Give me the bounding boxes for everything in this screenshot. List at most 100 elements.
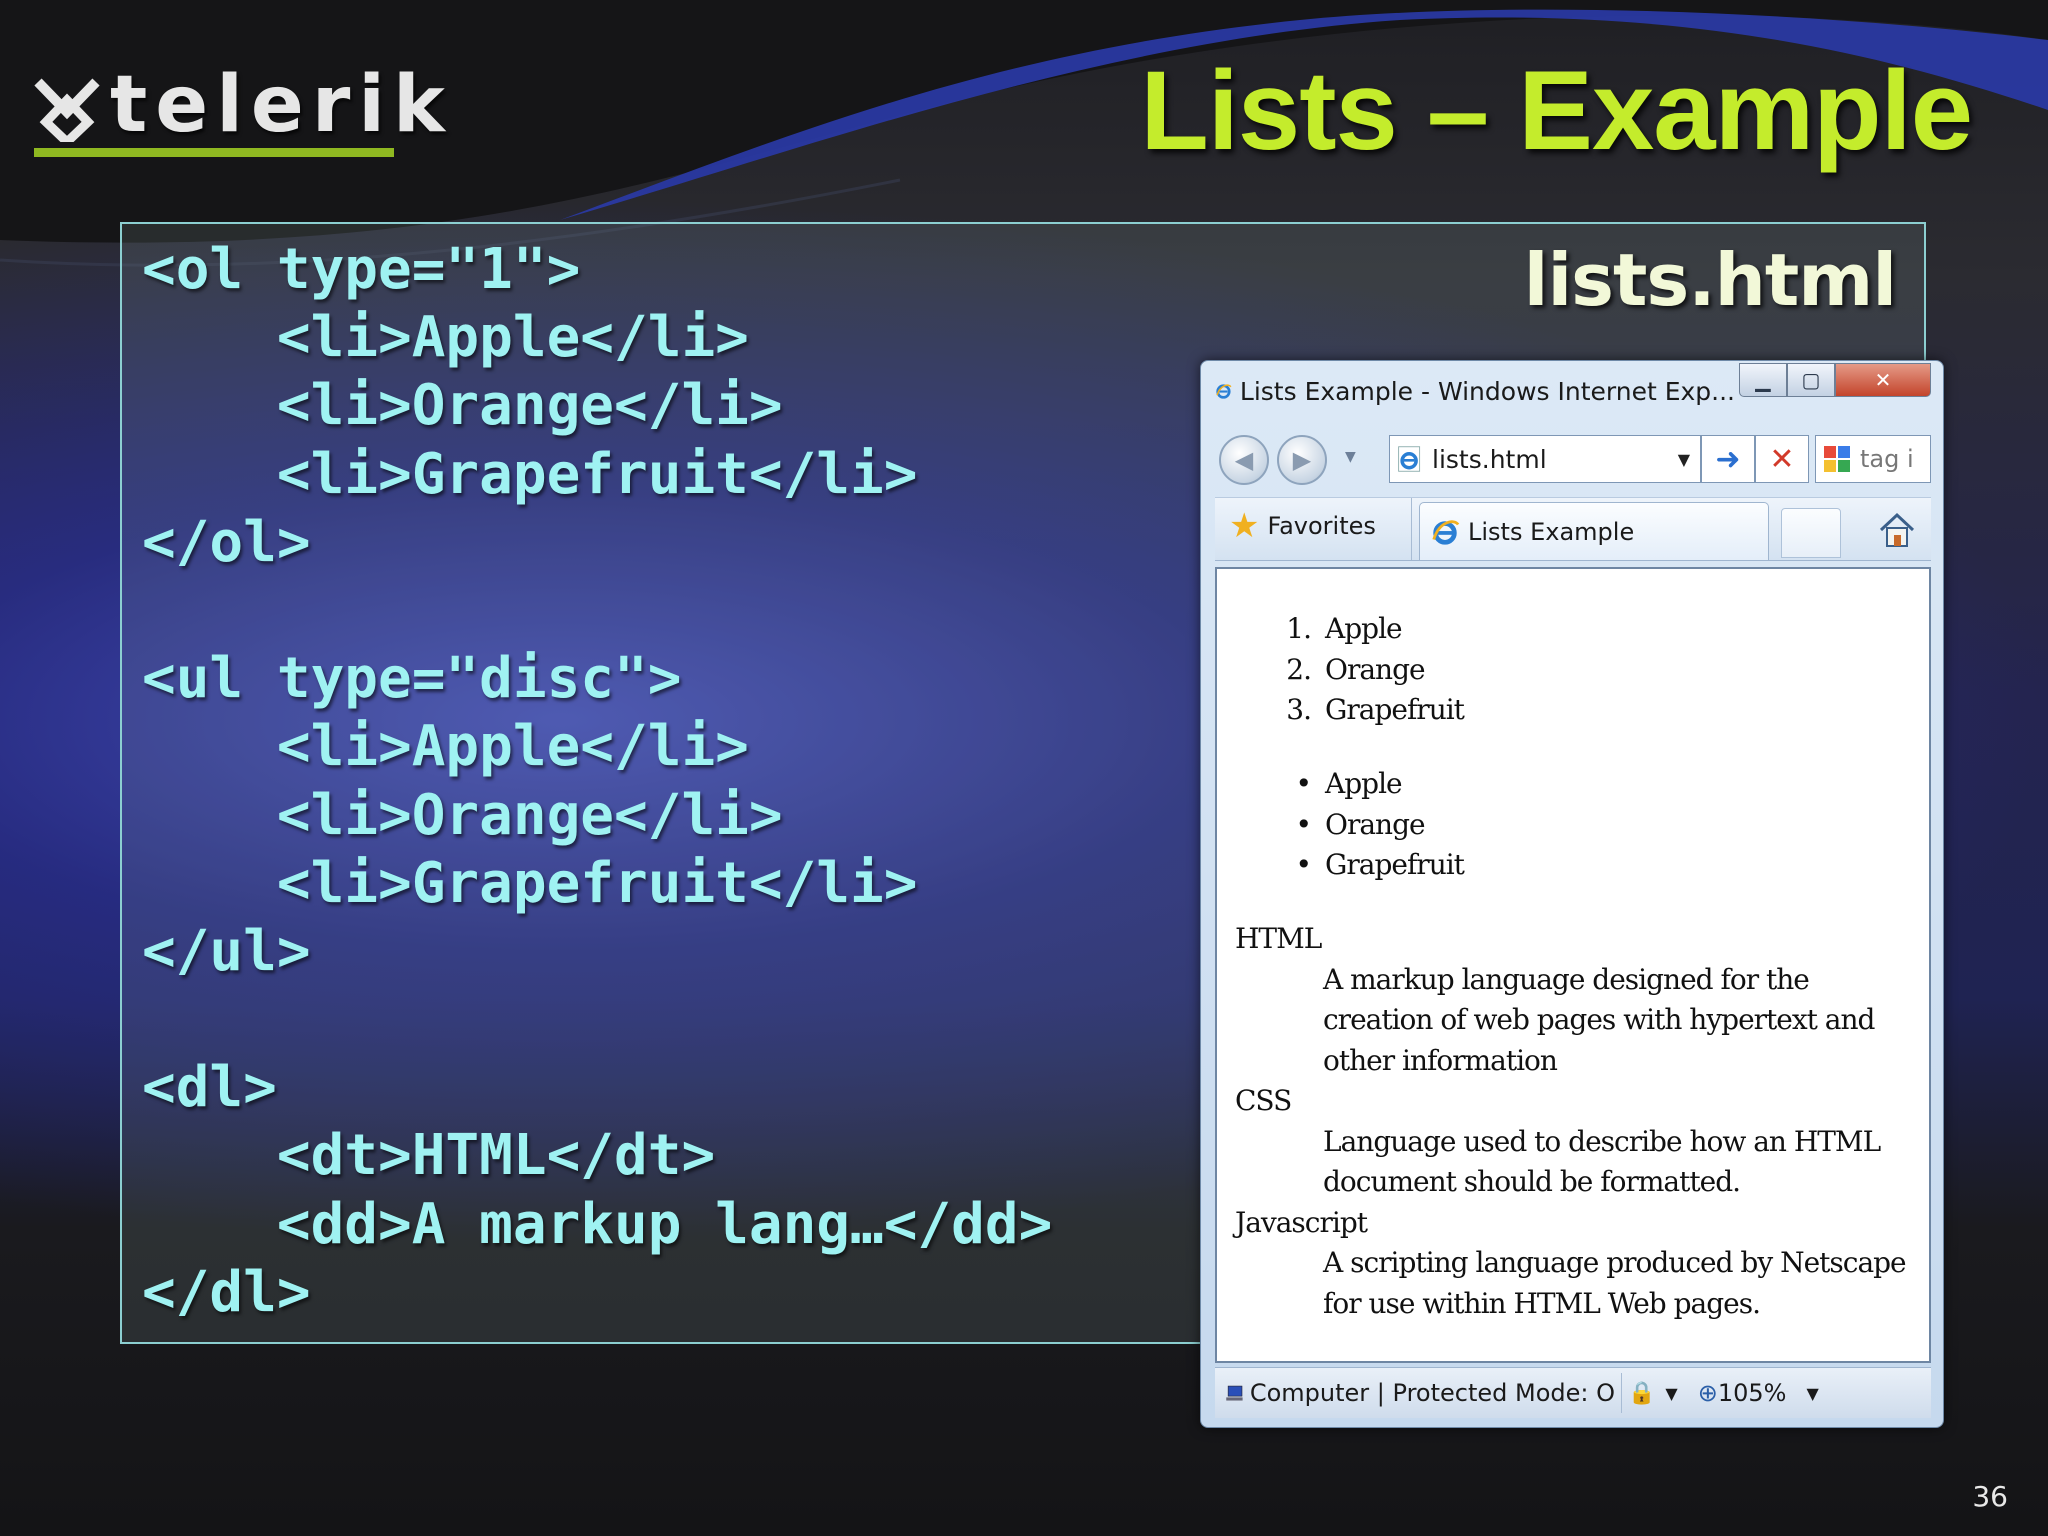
ie-icon	[1216, 384, 1232, 399]
list-item-text: Apple	[1325, 612, 1403, 645]
list-marker: •	[1295, 848, 1312, 881]
google-icon	[1824, 446, 1850, 472]
tab-ie-icon	[1432, 519, 1460, 545]
slide-title: Lists – Example	[1140, 48, 1973, 173]
zoom-level: 105%	[1717, 1379, 1787, 1407]
close-button[interactable]: ✕	[1835, 363, 1931, 397]
code-line: <dd>A markup lang…</dd>	[142, 1191, 1053, 1257]
list-item: • Apple	[1267, 764, 1464, 805]
tab-label: Lists Example	[1468, 517, 1635, 546]
list-marker: 3.	[1286, 693, 1312, 726]
code-line: </ul>	[142, 918, 311, 984]
chevron-down-icon: ▼	[1806, 1383, 1819, 1403]
chevron-down-icon[interactable]: ▼	[1665, 1384, 1677, 1403]
definition-term: CSS	[1235, 1084, 1292, 1117]
unordered-list: • Apple • Orange • Grapefruit	[1267, 764, 1464, 886]
code-line: </dl>	[142, 1259, 311, 1325]
favorites-bar: ★ Favorites Lists Example	[1215, 497, 1931, 561]
home-icon[interactable]	[1877, 510, 1917, 550]
favorites-button[interactable]: ★ Favorites	[1229, 506, 1376, 546]
page-number: 36	[1972, 1480, 2008, 1513]
close-icon: ✕	[1874, 368, 1892, 392]
forward-button[interactable]: ▶	[1277, 435, 1327, 485]
file-label: lists.html	[1523, 238, 1897, 322]
history-dropdown[interactable]: ▼	[1345, 449, 1356, 465]
new-tab-button[interactable]	[1781, 508, 1841, 558]
favorites-label: Favorites	[1267, 512, 1376, 540]
maximize-icon: ▢	[1801, 368, 1821, 392]
code-line: <li>Apple</li>	[142, 714, 749, 780]
code-line: </ol>	[142, 509, 311, 575]
list-item: 2. Orange	[1267, 650, 1464, 691]
definition-description: Language used to describe how an HTML do…	[1323, 1124, 1881, 1199]
list-item: 1. Apple	[1267, 609, 1464, 650]
list-item: • Grapefruit	[1267, 845, 1464, 886]
address-text: lists.html	[1432, 444, 1547, 474]
list-item: • Orange	[1267, 805, 1464, 846]
forward-arrow-icon: ▶	[1292, 446, 1312, 474]
code-line: <ul type="disc">	[142, 646, 682, 712]
list-item: 3. Grapefruit	[1267, 690, 1465, 731]
definition-term: HTML	[1235, 922, 1322, 955]
computer-icon	[1226, 1385, 1243, 1401]
minimize-icon: ▁	[1755, 368, 1771, 392]
code-block: <ol type="1"> <li>Apple</li> <li>Orange<…	[142, 236, 1052, 1327]
list-item-text: Grapefruit	[1325, 693, 1465, 726]
logo-text: telerik	[110, 60, 453, 150]
browser-title-bar: Lists Example - Windows Internet Exp...	[1215, 371, 1735, 411]
list-item-text: Grapefruit	[1325, 848, 1465, 881]
stop-button[interactable]: ✕	[1755, 435, 1809, 483]
page-ie-icon	[1398, 446, 1421, 472]
list-marker: 2.	[1286, 652, 1312, 686]
go-button[interactable]: ➜	[1701, 435, 1755, 483]
zoom-control[interactable]: ⊕ 105% ▼	[1698, 1379, 1819, 1407]
search-text: tag i	[1860, 445, 1914, 473]
telerik-logo: telerik	[32, 60, 445, 160]
status-separator	[1621, 1373, 1622, 1413]
list-item-text: Orange	[1325, 652, 1426, 686]
definition-list: HTML A markup language designed for the c…	[1235, 919, 1925, 1324]
code-line: <li>Orange</li>	[142, 782, 783, 848]
back-button[interactable]: ◀	[1219, 435, 1269, 485]
maximize-button[interactable]: ▢	[1787, 363, 1835, 397]
tab-lists-example[interactable]: Lists Example	[1419, 502, 1769, 560]
code-line: <li>Apple</li>	[142, 305, 749, 371]
chevron-down-icon: ▼	[1345, 449, 1356, 465]
back-arrow-icon: ◀	[1234, 446, 1254, 474]
ordered-list: 1. Apple 2. Orange 3. Grapefruit	[1267, 609, 1465, 731]
go-arrow-icon: ➜	[1715, 441, 1741, 477]
definition-description: A scripting language produced by Netscap…	[1323, 1246, 1907, 1320]
code-line: <li>Orange</li>	[142, 373, 783, 439]
search-box[interactable]: tag i	[1815, 435, 1931, 483]
code-line: <dt>HTML</dt>	[142, 1123, 716, 1189]
code-line: <ol type="1">	[142, 237, 581, 302]
page-content: 1. Apple 2. Orange 3. Grapefruit • Apple • Orang…	[1215, 567, 1931, 1363]
address-dropdown-icon[interactable]: ▼	[1678, 450, 1690, 469]
list-item-text: Apple	[1325, 767, 1403, 800]
stop-x-icon: ✕	[1769, 441, 1795, 477]
security-zone[interactable]: Computer | Protected Mode: O	[1225, 1378, 1615, 1408]
window-controls: ▁ ▢ ✕	[1739, 363, 1931, 397]
code-line: <li>Grapefruit</li>	[142, 850, 918, 916]
telerik-logo-icon	[34, 78, 100, 142]
star-icon: ★	[1229, 506, 1260, 546]
minimize-button[interactable]: ▁	[1739, 363, 1787, 397]
definition-description: A markup language designed for the creat…	[1323, 962, 1875, 1077]
zoom-icon: ⊕	[1697, 1379, 1718, 1407]
list-marker: 1.	[1286, 612, 1312, 645]
code-line: <dl>	[142, 1055, 277, 1121]
list-marker: •	[1295, 767, 1312, 800]
logo-underline	[34, 148, 394, 157]
window-title: Lists Example - Windows Internet Exp...	[1239, 376, 1735, 406]
browser-window: Lists Example - Windows Internet Exp... …	[1200, 360, 1944, 1428]
address-bar[interactable]: lists.html ▼	[1389, 435, 1701, 483]
favorites-separator	[1411, 498, 1412, 560]
popup-blocker-icon[interactable]: 🔒	[1628, 1381, 1655, 1406]
status-text: Computer | Protected Mode: O	[1249, 1379, 1615, 1407]
list-item-text: Orange	[1325, 807, 1426, 841]
list-marker: •	[1295, 807, 1312, 841]
status-bar: Computer | Protected Mode: O 🔒 ▼ ⊕ 105% …	[1215, 1367, 1931, 1418]
definition-term: Javascript	[1235, 1205, 1368, 1239]
